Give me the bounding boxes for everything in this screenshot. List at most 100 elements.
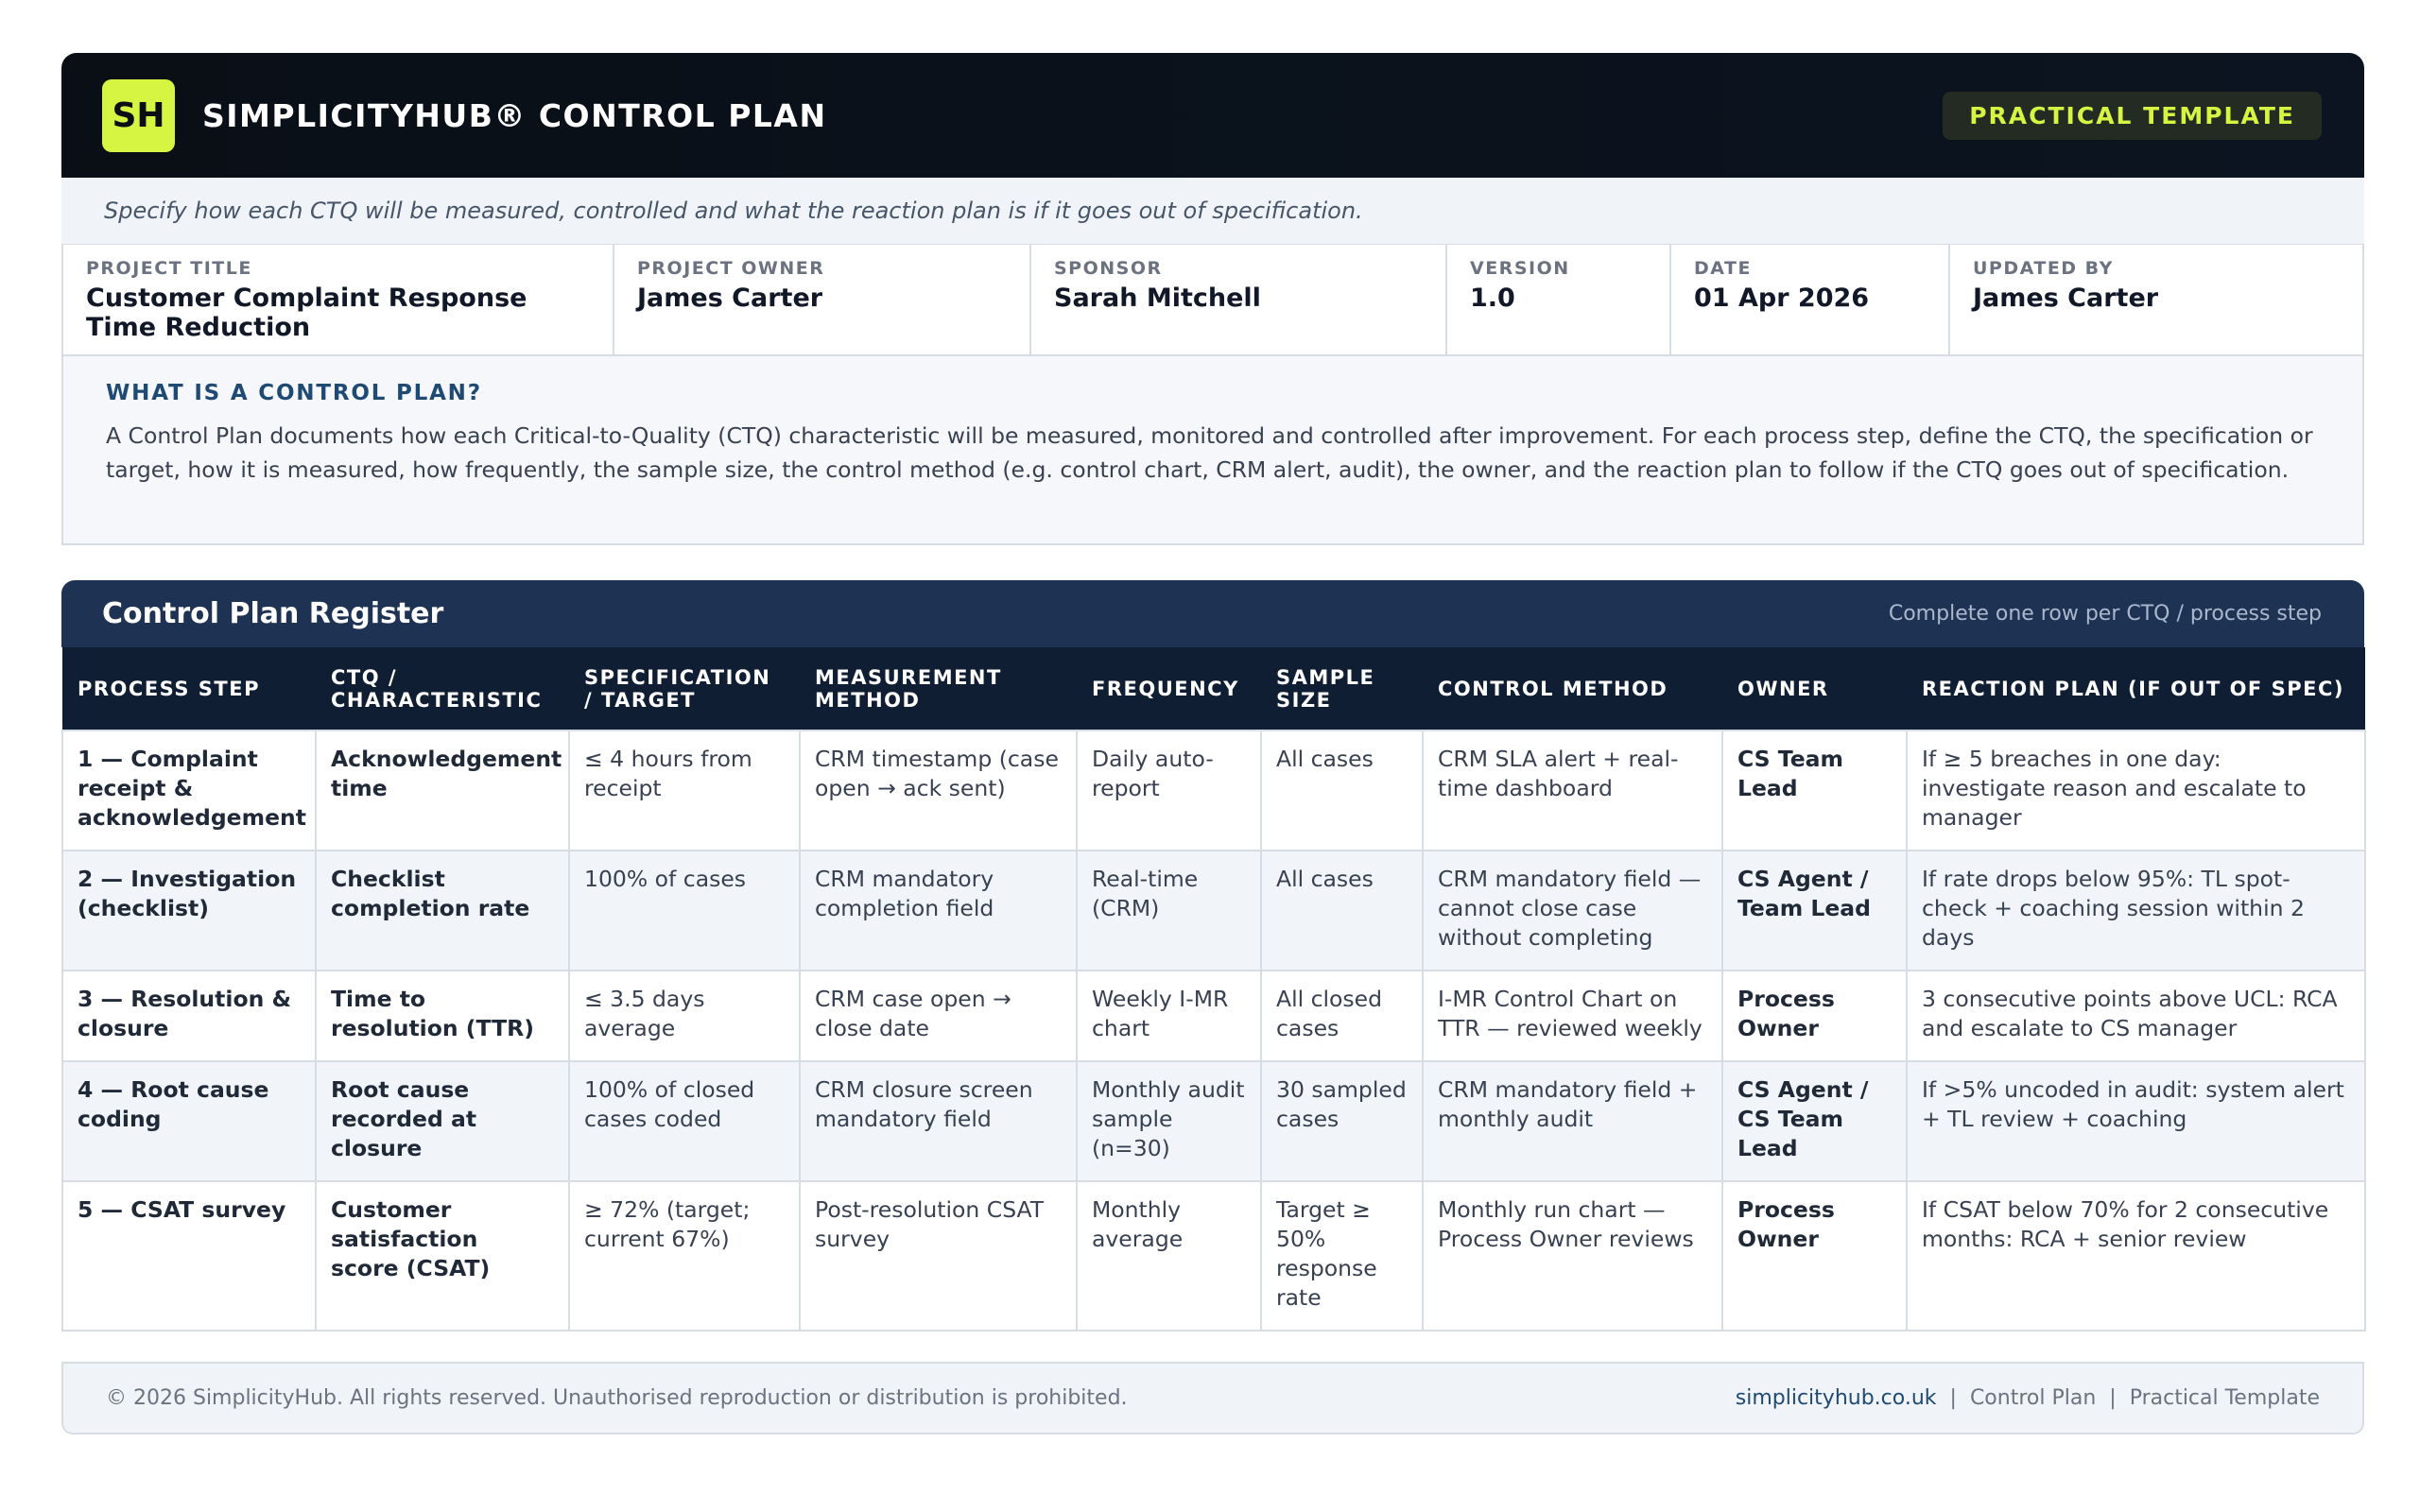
frequency-cell[interactable]: Real-time (CRM): [1076, 850, 1262, 971]
register-title: Control Plan Register: [102, 597, 444, 630]
measurement-cell[interactable]: CRM timestamp (case open → ack sent): [799, 730, 1078, 851]
process-step-cell[interactable]: 3 — Resolution & closure: [61, 970, 317, 1062]
measurement-cell[interactable]: Post-resolution CSAT survey: [799, 1180, 1078, 1332]
reaction-plan-cell[interactable]: 3 consecutive points above UCL: RCA and …: [1906, 970, 2366, 1062]
footer-crumb-template: Practical Template: [2129, 1386, 2320, 1410]
owner-cell[interactable]: Process Owner: [1721, 1180, 1908, 1332]
meta-label: VERSION: [1470, 258, 1570, 279]
frequency-cell[interactable]: Weekly I-MR chart: [1076, 970, 1262, 1062]
app-header: SH SIMPLICITYHUB® CONTROL PLAN PRACTICAL…: [61, 53, 2364, 178]
reaction-plan-cell[interactable]: If rate drops below 95%: TL spot-check +…: [1906, 850, 2366, 971]
table-row: 5 — CSAT survey Customer satisfaction sc…: [61, 1180, 2366, 1332]
meta-label: SPONSOR: [1054, 258, 1163, 279]
owner-cell[interactable]: CS Team Lead: [1721, 730, 1908, 851]
app-title: SIMPLICITYHUB® CONTROL PLAN: [202, 96, 827, 134]
control-method-cell[interactable]: CRM SLA alert + real-time dashboard: [1422, 730, 1723, 851]
meta-version[interactable]: VERSION 1.0: [1447, 245, 1671, 354]
table-row: 3 — Resolution & closure Time to resolut…: [61, 970, 2366, 1062]
control-plan-register: Control Plan Register Complete one row p…: [61, 580, 2366, 1332]
register-header: Control Plan Register Complete one row p…: [61, 580, 2364, 647]
sample-size-cell[interactable]: 30 sampled cases: [1260, 1060, 1424, 1182]
table-row: 1 — Complaint receipt & acknowledgement …: [61, 730, 2366, 851]
what-is-section: WHAT IS A CONTROL PLAN? A Control Plan d…: [61, 356, 2364, 545]
process-step-cell[interactable]: 5 — CSAT survey: [61, 1180, 317, 1332]
footer-separator: |: [2109, 1386, 2117, 1410]
meta-project-title[interactable]: PROJECT TITLE Customer Complaint Respons…: [63, 245, 614, 354]
meta-sponsor[interactable]: SPONSOR Sarah Mitchell: [1031, 245, 1447, 354]
meta-date[interactable]: DATE 01 Apr 2026: [1671, 245, 1950, 354]
process-step-cell[interactable]: 1 — Complaint receipt & acknowledgement: [61, 730, 317, 851]
sample-size-cell[interactable]: Target ≥ 50% response rate: [1260, 1180, 1424, 1332]
brand-logo: SH: [102, 78, 175, 152]
what-is-body: A Control Plan documents how each Critic…: [106, 422, 2313, 483]
table-header-row: PROCESS STEP CTQ / CHARACTERISTIC SPECIF…: [62, 647, 2365, 730]
template-badge: PRACTICAL TEMPLATE: [1943, 91, 2322, 140]
spec-cell[interactable]: ≤ 3.5 days average: [568, 970, 801, 1062]
page-footer: © 2026 SimplicityHub. All rights reserve…: [61, 1362, 2364, 1435]
footer-crumb-control-plan: Control Plan: [1969, 1386, 2097, 1410]
measurement-cell[interactable]: CRM case open → close date: [799, 970, 1078, 1062]
website-link[interactable]: simplicityhub.co.uk: [1736, 1386, 1937, 1410]
sample-size-cell[interactable]: All cases: [1260, 730, 1424, 851]
ctq-cell[interactable]: Checklist completion rate: [315, 850, 570, 971]
meta-label: PROJECT TITLE: [86, 258, 252, 279]
meta-value: 1.0: [1470, 284, 1515, 313]
frequency-cell[interactable]: Monthly average: [1076, 1180, 1262, 1332]
reaction-plan-cell[interactable]: If ≥ 5 breaches in one day: investigate …: [1906, 730, 2366, 851]
process-step-cell[interactable]: 2 — Investigation (checklist): [61, 850, 317, 971]
column-header: SAMPLE SIZE: [1276, 665, 1375, 712]
sample-size-cell[interactable]: All closed cases: [1260, 970, 1424, 1062]
table-row: 4 — Root cause coding Root cause recorde…: [61, 1060, 2366, 1182]
register-hint: Complete one row per CTQ / process step: [1888, 602, 2322, 626]
frequency-cell[interactable]: Monthly audit sample (n=30): [1076, 1060, 1262, 1182]
control-method-cell[interactable]: Monthly run chart — Process Owner review…: [1422, 1180, 1723, 1332]
meta-value: Sarah Mitchell: [1054, 284, 1261, 313]
column-header: CTQ / CHARACTERISTIC: [331, 665, 543, 712]
meta-label: PROJECT OWNER: [637, 258, 825, 279]
control-method-cell[interactable]: CRM mandatory field + monthly audit: [1422, 1060, 1723, 1182]
spec-cell[interactable]: ≥ 72% (target; current 67%): [568, 1180, 801, 1332]
column-header: MEASUREMENT METHOD: [815, 665, 1002, 712]
reaction-plan-cell[interactable]: If CSAT below 70% for 2 consecutive mont…: [1906, 1180, 2366, 1332]
spec-cell[interactable]: ≤ 4 hours from receipt: [568, 730, 801, 851]
ctq-cell[interactable]: Acknowledgement time: [315, 730, 570, 851]
owner-cell[interactable]: CS Agent / Team Lead: [1721, 850, 1908, 971]
meta-value: James Carter: [1973, 284, 2159, 313]
meta-updated-by[interactable]: UPDATED BY James Carter: [1950, 245, 2362, 354]
copyright-text: © 2026 SimplicityHub. All rights reserve…: [106, 1386, 1128, 1410]
process-step-cell[interactable]: 4 — Root cause coding: [61, 1060, 317, 1182]
owner-cell[interactable]: Process Owner: [1721, 970, 1908, 1062]
reaction-plan-cell[interactable]: If >5% uncoded in audit: system alert + …: [1906, 1060, 2366, 1182]
owner-cell[interactable]: CS Agent / CS Team Lead: [1721, 1060, 1908, 1182]
frequency-cell[interactable]: Daily auto-report: [1076, 730, 1262, 851]
column-header: SPECIFICATION / TARGET: [584, 665, 771, 712]
column-header: PROCESS STEP: [78, 677, 260, 700]
meta-project-owner[interactable]: PROJECT OWNER James Carter: [614, 245, 1031, 354]
footer-separator: |: [1949, 1386, 1957, 1410]
intro-text: Specify how each CTQ will be measured, c…: [61, 178, 2364, 244]
column-header: OWNER: [1737, 677, 1829, 700]
meta-label: UPDATED BY: [1973, 258, 2114, 279]
sample-size-cell[interactable]: All cases: [1260, 850, 1424, 971]
meta-value: 01 Apr 2026: [1694, 284, 1870, 313]
meta-label: DATE: [1694, 258, 1752, 279]
ctq-cell[interactable]: Root cause recorded at closure: [315, 1060, 570, 1182]
meta-value: James Carter: [637, 284, 823, 313]
spec-cell[interactable]: 100% of cases: [568, 850, 801, 971]
spec-cell[interactable]: 100% of closed cases coded: [568, 1060, 801, 1182]
measurement-cell[interactable]: CRM mandatory completion field: [799, 850, 1078, 971]
column-header: FREQUENCY: [1092, 677, 1239, 700]
control-plan-page: SH SIMPLICITYHUB® CONTROL PLAN PRACTICAL…: [61, 53, 2366, 1435]
control-method-cell[interactable]: I-MR Control Chart on TTR — reviewed wee…: [1422, 970, 1723, 1062]
column-header: REACTION PLAN (IF OUT OF SPEC): [1922, 677, 2344, 700]
project-meta-row: PROJECT TITLE Customer Complaint Respons…: [61, 244, 2364, 356]
ctq-cell[interactable]: Time to resolution (TTR): [315, 970, 570, 1062]
ctq-cell[interactable]: Customer satisfaction score (CSAT): [315, 1180, 570, 1332]
register-table: PROCESS STEP CTQ / CHARACTERISTIC SPECIF…: [61, 647, 2366, 1332]
control-method-cell[interactable]: CRM mandatory field — cannot close case …: [1422, 850, 1723, 971]
footer-links: simplicityhub.co.uk | Control Plan | Pra…: [1736, 1386, 2320, 1410]
meta-value: Customer Complaint Response Time Reducti…: [86, 284, 527, 342]
column-header: CONTROL METHOD: [1438, 677, 1668, 700]
table-row: 2 — Investigation (checklist) Checklist …: [61, 850, 2366, 971]
measurement-cell[interactable]: CRM closure screen mandatory field: [799, 1060, 1078, 1182]
